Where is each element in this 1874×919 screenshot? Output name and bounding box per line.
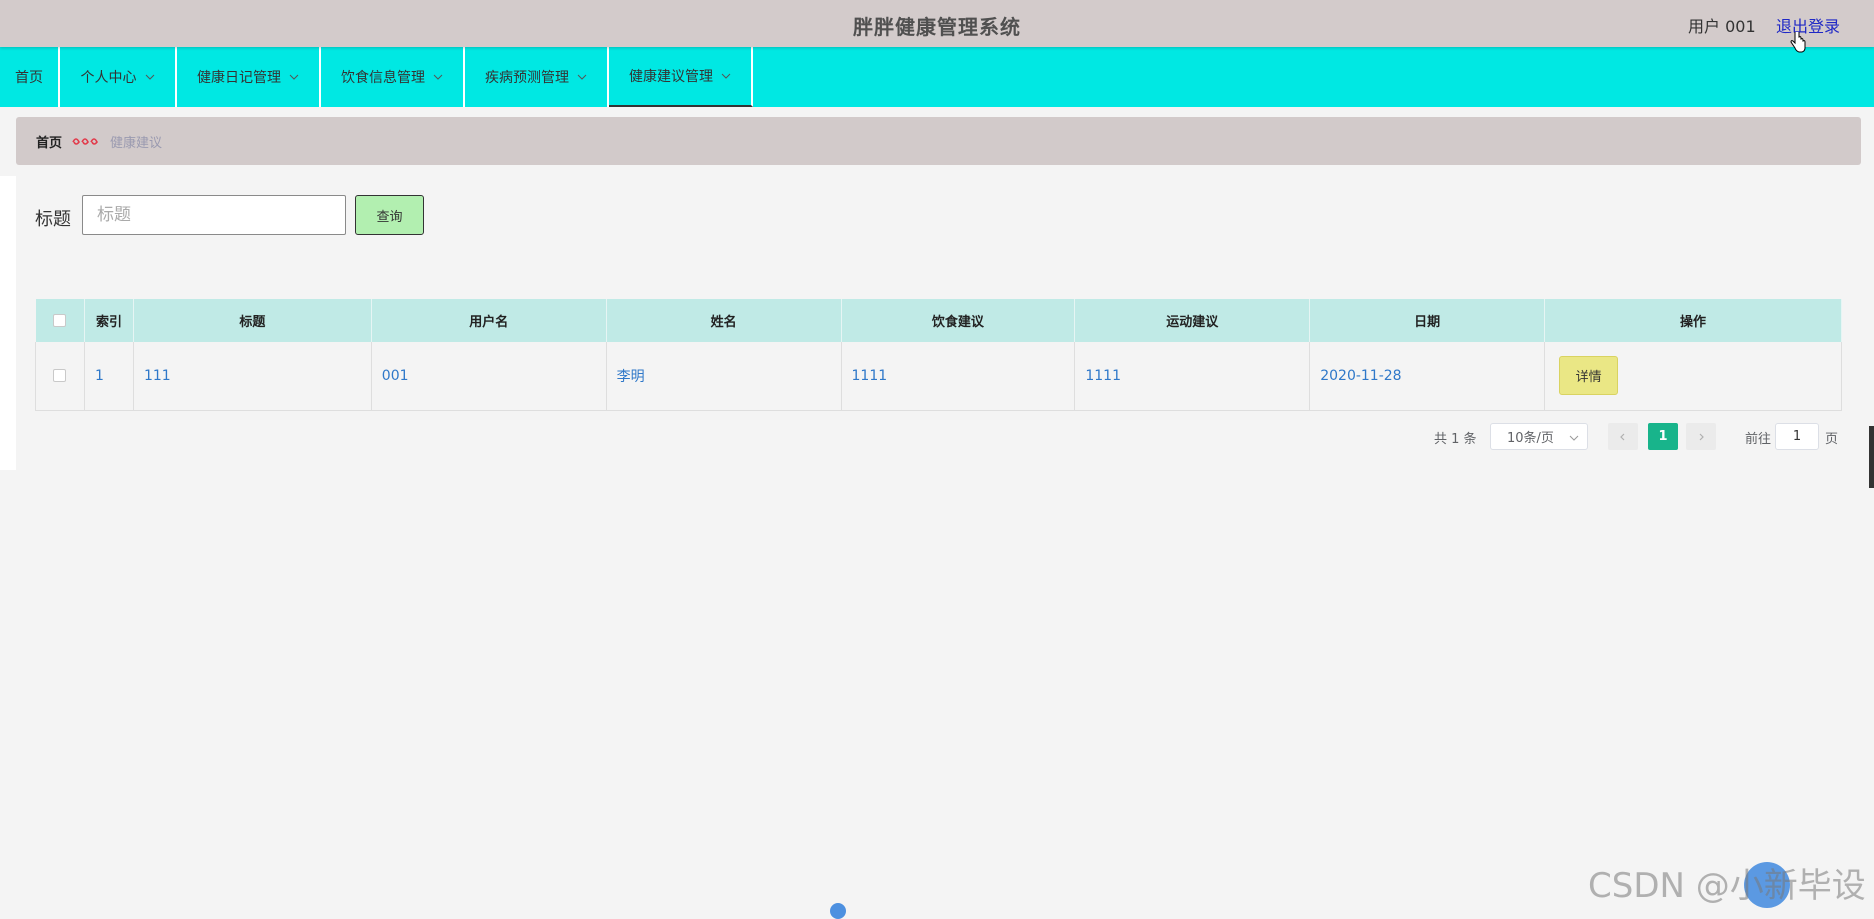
column-header: 索引 xyxy=(84,299,134,342)
column-header: 用户名 xyxy=(371,299,607,342)
goto-page-input[interactable]: 1 xyxy=(1775,423,1819,450)
advice-table: 索引 标题 用户名 姓名 饮食建议 运动建议 日期 操作 1 111 001 李… xyxy=(35,299,1842,411)
nav-item-label: 疾病预测管理 xyxy=(485,70,569,86)
chevron-down-icon xyxy=(721,73,731,79)
title-search-input[interactable] xyxy=(82,195,346,235)
chevron-down-icon xyxy=(145,74,154,80)
chevron-down-icon xyxy=(1569,435,1579,441)
search-label: 标题 xyxy=(35,209,71,230)
top-header: 胖胖健康管理系统 用户 001 退出登录 xyxy=(0,0,1874,53)
floating-dot-icon xyxy=(830,903,846,919)
nav-item-health-advice[interactable]: 健康建议管理 xyxy=(609,47,753,107)
breadcrumb-home[interactable]: 首页 xyxy=(36,132,62,151)
column-header: 操作 xyxy=(1544,299,1842,342)
breadcrumb-current: 健康建议 xyxy=(110,135,163,151)
panel-edge xyxy=(0,176,16,470)
table-row: 1 111 001 李明 1111 1111 2020-11-28 详情 xyxy=(35,342,1842,411)
chevron-right-icon xyxy=(1699,433,1704,440)
scrollbar-thumb[interactable] xyxy=(1869,426,1874,488)
column-header: 姓名 xyxy=(606,299,842,342)
column-header: 日期 xyxy=(1309,299,1546,342)
chevron-down-icon xyxy=(433,74,443,80)
hand-cursor-icon xyxy=(1790,32,1806,53)
breadcrumb: 首页 健康建议 xyxy=(16,117,1861,165)
breadcrumb-separator-icon xyxy=(72,138,98,145)
cell-title: 111 xyxy=(133,342,372,411)
select-all-header xyxy=(35,299,85,342)
row-checkbox[interactable] xyxy=(52,369,66,383)
column-header: 标题 xyxy=(133,299,372,342)
main-nav: 首页 个人中心 健康日记管理 饮食信息管理 疾病预测管理 健康建议管理 xyxy=(0,47,1874,107)
watermark-text: CSDN @小新毕设 xyxy=(1588,866,1866,906)
page-size-value: 10条/页 xyxy=(1507,431,1554,446)
next-page-button[interactable] xyxy=(1686,423,1716,450)
logout-link[interactable]: 退出登录 xyxy=(1776,13,1840,37)
table-header-row: 索引 标题 用户名 姓名 饮食建议 运动建议 日期 操作 xyxy=(35,299,1842,342)
column-header: 饮食建议 xyxy=(841,299,1076,342)
row-select-cell xyxy=(35,342,85,411)
cell-username: 001 xyxy=(371,342,607,411)
nav-item-personal-center[interactable]: 个人中心 xyxy=(60,47,177,107)
nav-item-label: 个人中心 xyxy=(80,70,137,86)
cell-actions: 详情 xyxy=(1544,342,1842,411)
chevron-down-icon xyxy=(577,74,587,80)
cell-diet-advice: 1111 xyxy=(841,342,1076,411)
select-all-checkbox[interactable] xyxy=(53,314,67,327)
nav-item-label: 健康日记管理 xyxy=(197,70,281,86)
nav-item-disease-prediction[interactable]: 疾病预测管理 xyxy=(465,47,609,107)
page-unit-label: 页 xyxy=(1825,432,1839,447)
nav-item-health-diary[interactable]: 健康日记管理 xyxy=(177,47,321,107)
cell-index: 1 xyxy=(84,342,134,411)
nav-item-label: 饮食信息管理 xyxy=(341,70,425,86)
nav-item-home[interactable]: 首页 xyxy=(0,47,60,107)
chevron-left-icon xyxy=(1620,433,1625,440)
cell-name: 李明 xyxy=(606,342,842,411)
query-button[interactable]: 查询 xyxy=(355,195,424,235)
app-title: 胖胖健康管理系统 xyxy=(853,15,1021,39)
pagination-total: 共 1 条 xyxy=(1434,432,1477,447)
goto-label: 前往 xyxy=(1745,432,1772,447)
chevron-down-icon xyxy=(289,74,299,80)
cell-exercise-advice: 1111 xyxy=(1074,342,1311,411)
nav-item-label: 首页 xyxy=(15,70,43,86)
page-number-button[interactable]: 1 xyxy=(1648,423,1678,450)
prev-page-button[interactable] xyxy=(1608,423,1638,450)
column-header: 运动建议 xyxy=(1074,299,1311,342)
current-user-label: 用户 001 xyxy=(1688,17,1756,36)
detail-button[interactable]: 详情 xyxy=(1559,356,1619,396)
nav-item-diet-info[interactable]: 饮食信息管理 xyxy=(321,47,465,107)
page-size-select[interactable]: 10条/页 xyxy=(1490,423,1588,450)
nav-item-label: 健康建议管理 xyxy=(629,69,713,85)
cell-date: 2020-11-28 xyxy=(1309,342,1546,411)
